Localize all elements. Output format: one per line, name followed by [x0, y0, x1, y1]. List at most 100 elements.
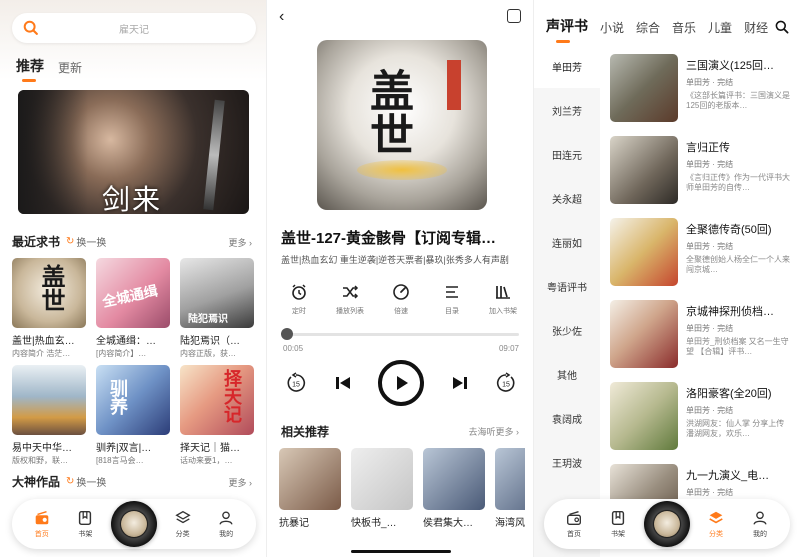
- cover-glow-art: [357, 160, 447, 180]
- related-cover: [279, 448, 341, 510]
- album-desc: 全聚德创始人杨全仁一个人来闯京城…: [686, 255, 790, 274]
- tab-kids[interactable]: 儿童: [708, 19, 732, 36]
- nav-bookshelf[interactable]: 书架: [67, 509, 103, 539]
- album-meta: 单田芳 · 完结: [686, 242, 734, 251]
- related-title-text: 快板书_…: [351, 518, 397, 529]
- featured-banner[interactable]: 剑来: [18, 90, 249, 214]
- sidebar-item[interactable]: 刘兰芳: [534, 88, 600, 132]
- album-meta: 单田芳 · 完结: [686, 78, 734, 87]
- add-shelf-button[interactable]: 加入书架: [481, 282, 525, 316]
- sidebar-item[interactable]: 田连元: [534, 132, 600, 176]
- related-more-link[interactable]: 去海听更多 ›: [469, 425, 520, 438]
- sidebar-item[interactable]: 其他: [534, 352, 600, 396]
- book-cover: 陆犯焉识: [180, 258, 254, 328]
- sidebar-item[interactable]: 粤语评书: [534, 264, 600, 308]
- recent-more-link[interactable]: 更多 ›: [229, 236, 253, 249]
- bookshelf-icon: [611, 510, 625, 526]
- bookshelf-icon: [79, 510, 92, 526]
- previous-icon[interactable]: [334, 374, 352, 392]
- tab-pingshu[interactable]: 声评书: [546, 16, 588, 43]
- sidebar-item[interactable]: 张少佐: [534, 308, 600, 352]
- nav-category[interactable]: 分类: [165, 509, 201, 539]
- gods-swap-button[interactable]: ↻ 换一换: [66, 474, 106, 489]
- book-sub: 内容简介 浩茫…: [12, 349, 71, 358]
- album-meta: 单田芳 · 完结: [686, 488, 734, 497]
- related-card[interactable]: 海湾风…: [495, 448, 525, 529]
- list-item[interactable]: 京城神探刑侦档… 单田芳 · 完结 单田芳_刑侦档案 又名一生守望 【合辑】评书…: [610, 300, 796, 382]
- forward-15-icon[interactable]: 15: [495, 372, 517, 394]
- book-cover: 择天记: [180, 365, 254, 435]
- playlist-button[interactable]: 播放列表: [328, 282, 372, 316]
- related-card[interactable]: 抗暴记: [279, 448, 341, 529]
- list-item[interactable]: 三国演义(125回… 单田芳 · 完结 《这部长篇评书：三国演义是125回的老版…: [610, 54, 796, 136]
- search-bar[interactable]: 雇天记: [12, 13, 256, 43]
- album-cover: [610, 54, 678, 122]
- sidebar-item[interactable]: 王玥波: [534, 440, 600, 484]
- share-icon[interactable]: [507, 9, 521, 23]
- home-tabs: 推荐 更新: [16, 56, 82, 82]
- album-title: 三国演义(125回…: [686, 60, 775, 72]
- nav-profile[interactable]: 我的: [208, 509, 244, 539]
- tab-updates[interactable]: 更新: [58, 59, 82, 76]
- nav-home[interactable]: 首页: [556, 509, 592, 539]
- list-item[interactable]: 言归正传 单田芳 · 完结 《言归正传》作为一代评书大师单田芳的自传…: [610, 136, 796, 218]
- nav-bookshelf[interactable]: 书架: [600, 509, 636, 539]
- refresh-icon: ↻: [66, 236, 75, 247]
- nav-category[interactable]: 分类: [698, 509, 734, 539]
- gods-more-link[interactable]: 更多 ›: [229, 476, 253, 489]
- tab-recommend[interactable]: 推荐: [16, 56, 44, 82]
- sidebar-item[interactable]: 单田芳: [534, 44, 600, 88]
- list-item[interactable]: 全聚德传奇(50回) 单田芳 · 完结 全聚德创始人杨全仁一个人来闯京城…: [610, 218, 796, 300]
- sidebar-item[interactable]: 连丽如: [534, 220, 600, 264]
- progress-knob[interactable]: [281, 328, 293, 340]
- alarm-clock-icon: [292, 284, 306, 300]
- book-card[interactable]: 陆犯焉识 陆犯焉识（… 内容正版，获…: [180, 258, 254, 359]
- next-icon[interactable]: [451, 374, 469, 392]
- timer-button[interactable]: 定时: [277, 282, 321, 316]
- speed-button[interactable]: 倍速: [379, 282, 423, 316]
- time-total: 09:07: [498, 344, 519, 353]
- tab-novel[interactable]: 小说: [600, 19, 624, 36]
- nav-profile[interactable]: 我的: [742, 509, 778, 539]
- now-playing-disc[interactable]: [110, 501, 157, 547]
- catalog-button[interactable]: 目录: [430, 282, 474, 316]
- related-card[interactable]: 侯君集大…: [423, 448, 485, 529]
- time-row: 00:05 09:07: [283, 344, 519, 353]
- book-card[interactable]: 择天记 择天记｜猫… 话动来要1，…: [180, 365, 254, 466]
- related-list: 抗暴记 快板书_… 侯君集大… 海湾风…: [279, 448, 525, 529]
- back-icon[interactable]: ‹: [279, 8, 284, 26]
- tab-finance[interactable]: 财经: [744, 19, 768, 36]
- book-title: 盖世|热血玄…: [12, 336, 75, 347]
- nav-label: 首页: [34, 531, 49, 538]
- cover-text: 陆犯焉识: [188, 314, 228, 325]
- progress-bar[interactable]: [281, 328, 519, 340]
- tab-general[interactable]: 综合: [636, 19, 660, 36]
- nav-label: 我的: [753, 531, 767, 538]
- play-button[interactable]: [378, 360, 424, 406]
- book-card[interactable]: 全城通缉 全城通缉：… [内容简介】…: [96, 258, 170, 359]
- book-card[interactable]: 易中天中华… 版权和野，联…: [12, 365, 86, 466]
- tab-music[interactable]: 音乐: [672, 19, 696, 36]
- related-cover: [351, 448, 413, 510]
- nav-home[interactable]: 首页: [24, 509, 60, 539]
- book-card[interactable]: 盖世 盖世|热血玄… 内容简介 浩茫…: [12, 258, 86, 359]
- home-panel: 雇天记 推荐 更新 剑来 最近求书 ↻ 换一换 更多 › 盖世 盖世|热血玄… …: [0, 0, 266, 557]
- rewind-15-icon[interactable]: 15: [285, 372, 307, 394]
- search-icon[interactable]: [774, 19, 790, 35]
- album-meta: 单田芳 · 完结: [686, 406, 734, 415]
- nav-label: 首页: [567, 531, 581, 538]
- album-cover: [610, 136, 678, 204]
- now-playing-disc[interactable]: [644, 501, 690, 547]
- cover-text: 择天记: [221, 369, 242, 423]
- list-item[interactable]: 洛阳豪客(全20回) 单田芳 · 完结 洪湖网友：仙人掌 分享上传 潘湖网友，欢…: [610, 382, 796, 464]
- sidebar-item[interactable]: 关永超: [534, 176, 600, 220]
- sidebar-item[interactable]: 袁阔成: [534, 396, 600, 440]
- recent-swap-button[interactable]: ↻ 换一换: [66, 234, 106, 249]
- book-cover: 驯养: [96, 365, 170, 435]
- book-card[interactable]: 驯养 驯养|双言|… [818言马会…: [96, 365, 170, 466]
- narrator-sidebar: 单田芳 刘兰芳 田连元 关永超 连丽如 粤语评书 张少佐 其他 袁阔成 王玥波 …: [534, 44, 600, 557]
- cover-text: 全城通缉: [101, 283, 160, 311]
- album-desc: 单田芳_刑侦档案 又名一生守望 【合辑】评书…: [686, 337, 789, 356]
- recent-section-header: 最近求书 ↻ 换一换: [12, 233, 106, 250]
- related-card[interactable]: 快板书_…: [351, 448, 413, 529]
